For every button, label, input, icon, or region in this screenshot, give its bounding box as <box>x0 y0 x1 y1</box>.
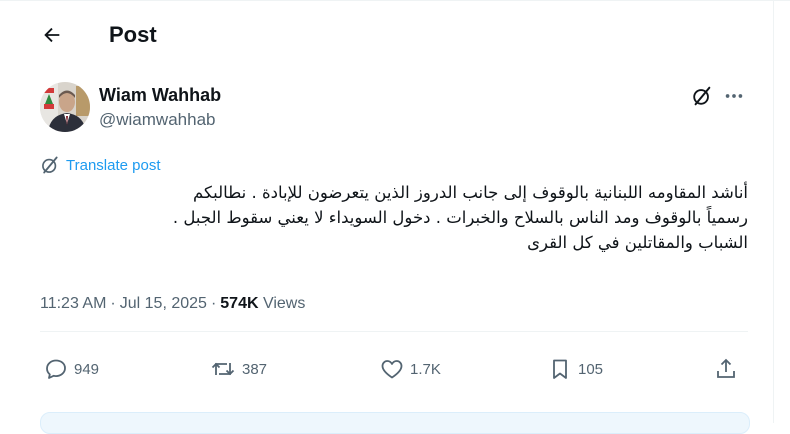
arrow-left-icon <box>44 27 60 43</box>
reply-button[interactable]: 949 <box>44 350 99 388</box>
post-time[interactable]: 11:23 AM <box>40 295 106 312</box>
post-header: Post <box>0 0 773 70</box>
translate-post-link[interactable]: Translate post <box>40 154 161 176</box>
column-border <box>773 0 774 423</box>
grok-icon <box>693 86 711 106</box>
more-horizontal-icon <box>725 94 743 98</box>
grok-button[interactable] <box>688 82 716 110</box>
author-handle[interactable]: @wiamwahhab <box>99 109 215 131</box>
back-button[interactable] <box>34 18 70 52</box>
reply-icon <box>46 359 66 379</box>
reply-count: 949 <box>74 360 100 378</box>
heart-icon <box>381 360 403 379</box>
post-text: أناشد المقاومه اللبنانية بالوقوف إلى جان… <box>40 180 748 255</box>
action-bar: 949 387 1.7K 105 <box>40 350 748 388</box>
share-button[interactable] <box>714 350 738 388</box>
repost-button[interactable]: 387 <box>210 350 267 388</box>
avatar[interactable] <box>40 82 90 132</box>
translate-post-label: Translate post <box>66 156 161 174</box>
more-options-button[interactable] <box>720 82 748 110</box>
post-date[interactable]: Jul 15, 2025 <box>120 295 207 312</box>
translate-icon <box>42 156 58 174</box>
views-count: 574K <box>220 295 259 312</box>
bookmark-button[interactable]: 105 <box>548 350 603 388</box>
like-count: 1.7K <box>410 360 441 378</box>
divider <box>40 331 748 332</box>
like-button[interactable]: 1.7K <box>380 350 441 388</box>
author-name[interactable]: Wiam Wahhab <box>99 84 221 106</box>
page-title: Post <box>109 22 157 47</box>
avatar-photo <box>40 82 90 132</box>
share-icon <box>717 358 735 378</box>
repost-count: 387 <box>242 360 268 378</box>
separator-dot: · <box>110 295 116 312</box>
repost-icon <box>211 362 235 376</box>
bottom-banner <box>40 412 750 434</box>
post-metadata: 11:23 AM · Jul 15, 2025 · 574K Views <box>40 293 305 315</box>
post-text-line: أناشد المقاومه اللبنانية بالوقوف إلى جان… <box>193 183 748 202</box>
bookmark-icon <box>553 359 567 379</box>
views-label: Views <box>262 295 306 312</box>
post-text-line: رسمياً بالوقوف ومد الناس بالسلاح والخبرا… <box>172 208 748 227</box>
post-text-line: الشباب والمقاتلين في كل القرى <box>527 233 748 252</box>
separator-dot: · <box>210 295 217 312</box>
bookmark-count: 105 <box>578 360 604 378</box>
